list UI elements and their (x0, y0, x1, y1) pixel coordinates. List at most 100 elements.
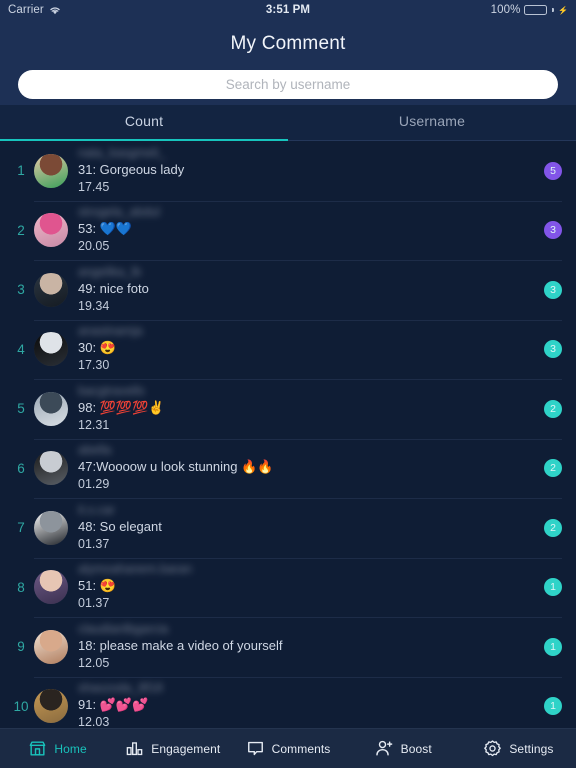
row-time: 12.31 (78, 417, 110, 432)
row-comment: 48: So elegant (78, 518, 162, 534)
tabbar-item-settings[interactable]: Settings (461, 739, 576, 758)
tabbar-item-label: Boost (400, 741, 432, 756)
gear-icon (483, 739, 502, 758)
row-comment: 53: 💙💙 (78, 221, 133, 237)
charging-bolt-icon: ⚡ (557, 5, 568, 15)
tabbar-item-label: Settings (509, 741, 554, 756)
tabbar-item-engagement[interactable]: Engagement (115, 739, 230, 758)
row-comment: 91: 💕💕💕 (78, 697, 149, 713)
row-time: 12.05 (78, 655, 110, 670)
status-badge: 1 (544, 637, 562, 656)
tab-username-label: Username (398, 113, 466, 129)
tab-count-label: Count (124, 113, 164, 129)
row-content: claudianlbgarcia 18: please make a video … (76, 623, 536, 671)
row-rank: 1 (17, 163, 25, 179)
speech-bubble-icon (246, 739, 265, 758)
status-badge: 1 (544, 697, 562, 716)
page-header: My Comment (0, 20, 576, 68)
row-comment: 31: Gorgeous lady (78, 161, 185, 177)
avatar[interactable] (34, 213, 68, 248)
status-badge: 5 (544, 161, 562, 180)
page-title: My Comment (230, 33, 346, 54)
status-badge: 3 (544, 221, 562, 240)
row-content: strogela_abdul 53: 💙💙 20.05 (76, 206, 536, 254)
row-username: strogela_abdul (78, 206, 161, 220)
row-username: nata_kasgmeli_ (78, 146, 166, 160)
avatar[interactable] (34, 332, 68, 367)
tabbar-item-label: Engagement (151, 741, 221, 756)
avatar[interactable] (34, 570, 68, 605)
avatar[interactable] (34, 153, 68, 188)
tabbar-item-comments[interactable]: Comments (230, 739, 345, 758)
tab-count[interactable]: Count (0, 105, 288, 141)
app-root: Carrier 3:51 PM 100% ⚡ My Comment Count (0, 0, 576, 768)
row-username: it.s.car (78, 503, 115, 517)
bar-chart-icon (125, 739, 144, 758)
bottom-tab-bar: Home Engagement Comments Boost Settings (0, 728, 576, 768)
row-comment: 47:Woooow u look stunning 🔥🔥 (78, 459, 274, 475)
table-row[interactable]: 1 nata_kasgmeli_ 31: Gorgeous lady 17.45 5 (0, 141, 576, 201)
row-comment: 18: please make a video of yourself (78, 637, 283, 653)
row-username: angelika_lb (78, 265, 142, 279)
row-content: nata_kasgmeli_ 31: Gorgeous lady 17.45 (76, 147, 536, 195)
row-time: 20.05 (78, 239, 110, 254)
table-row[interactable]: 4 anastnamja 30: 😍 17.30 3 (0, 319, 576, 380)
status-badge: 2 (544, 518, 562, 537)
table-row[interactable]: 2 strogela_abdul 53: 💙💙 20.05 3 (0, 200, 576, 261)
row-rank: 10 (13, 698, 29, 714)
table-row[interactable]: 6 abella 47:Woooow u look stunning 🔥🔥 01.29… (0, 438, 576, 499)
table-row[interactable]: 10 shaxzoda_8f18 91: 💕💕💕 12.03 1 (0, 676, 576, 728)
row-rank: 2 (17, 222, 25, 238)
status-bar-time: 3:51 PM (265, 4, 311, 16)
row-rank: 5 (17, 401, 25, 417)
tabbar-item-label: Comments (271, 741, 331, 756)
row-rank: 8 (17, 579, 25, 595)
row-time: 12.03 (78, 715, 110, 728)
status-bar: Carrier 3:51 PM 100% ⚡ (0, 0, 576, 20)
row-content: shaxzoda_8f18 91: 💕💕💕 12.03 (76, 682, 536, 728)
row-rank: 9 (17, 639, 25, 655)
row-rank: 7 (17, 520, 25, 536)
status-bar-right: 100% ⚡ (491, 4, 568, 16)
row-time: 01.37 (78, 536, 110, 551)
row-content: it.s.car 48: So elegant 01.37 (76, 504, 536, 552)
table-row[interactable]: 8 alymoahanem.baran 51: 😍 01.37 1 (0, 557, 576, 618)
row-username: shaxzoda_8f18 (78, 682, 163, 696)
carrier-label: Carrier (8, 4, 44, 16)
status-badge: 2 (544, 459, 562, 478)
row-rank: 3 (17, 282, 25, 298)
tab-username[interactable]: Username (288, 105, 576, 141)
comment-list[interactable]: 1 nata_kasgmeli_ 31: Gorgeous lady 17.45 5 2 s… (0, 141, 576, 728)
tabbar-item-boost[interactable]: Boost (346, 739, 461, 758)
search-container (0, 68, 576, 105)
row-username: anastnamja (78, 325, 143, 339)
row-content: bacgtravells 98: 💯💯💯✌️ 12.31 (76, 385, 536, 433)
row-comment: 49: nice foto (78, 280, 149, 296)
row-username: bacgtravells (78, 384, 145, 398)
row-content: alymoahanem.baran 51: 😍 01.37 (76, 563, 536, 611)
row-username: abella (78, 444, 112, 458)
avatar[interactable] (34, 629, 68, 664)
search-input[interactable] (18, 70, 558, 99)
row-comment: 30: 😍 (78, 340, 116, 356)
table-row[interactable]: 9 claudianlbgarcia 18: please make a video… (0, 617, 576, 677)
status-bar-left: Carrier (8, 4, 61, 16)
table-row[interactable]: 3 angelika_lb 49: nice foto 19.34 3 (0, 260, 576, 320)
row-time: 01.37 (78, 596, 110, 611)
row-rank: 6 (17, 460, 25, 476)
avatar[interactable] (34, 510, 68, 545)
avatar[interactable] (34, 451, 68, 486)
table-row[interactable]: 5 bacgtravells 98: 💯💯💯✌️ 12.31 2 (0, 379, 576, 439)
row-username: claudianlbgarcia (78, 622, 169, 636)
row-time: 19.34 (78, 298, 110, 313)
tabbar-item-home[interactable]: Home (0, 739, 115, 758)
row-time: 01.29 (78, 477, 110, 492)
store-icon (28, 739, 47, 758)
avatar[interactable] (34, 272, 68, 307)
row-content: anastnamja 30: 😍 17.30 (76, 325, 536, 373)
avatar[interactable] (34, 689, 68, 724)
status-badge: 3 (544, 280, 562, 299)
status-badge: 3 (544, 340, 562, 359)
avatar[interactable] (34, 391, 68, 426)
table-row[interactable]: 7 it.s.car 48: So elegant 01.37 2 (0, 498, 576, 558)
